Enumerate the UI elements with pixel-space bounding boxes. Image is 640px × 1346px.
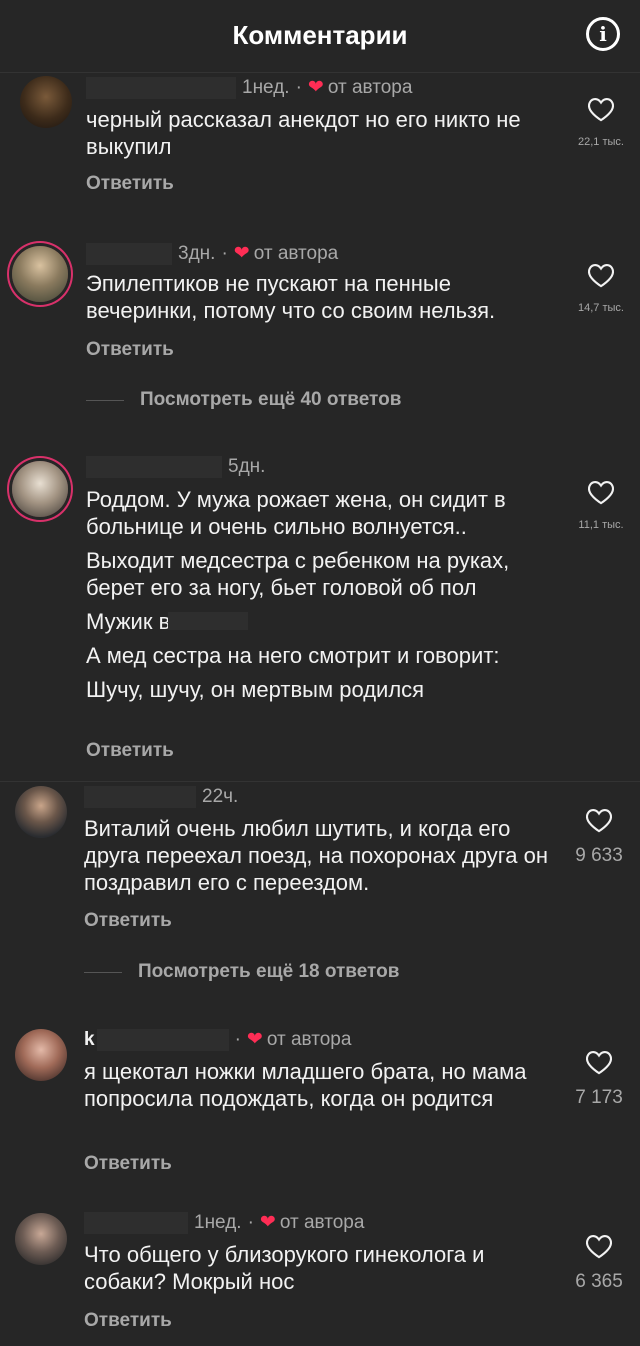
comment-text: черный рассказал анекдот но его никто не… xyxy=(86,106,556,167)
username-redacted[interactable] xyxy=(96,1028,229,1051)
comment-line: Эпилептиков не пускают на пенные вечерин… xyxy=(86,271,496,323)
heart-outline-icon[interactable] xyxy=(587,96,615,122)
like-button[interactable]: 9 633 xyxy=(564,807,634,867)
like-button[interactable]: 11,1 тыс. xyxy=(566,479,636,531)
like-button[interactable]: 22,1 тыс. xyxy=(566,96,636,148)
author-heart-icon: ❤ xyxy=(307,77,324,98)
reply-button[interactable]: Ответить xyxy=(86,740,174,762)
comment-line: я щекотал ножки младшего брата, но мама … xyxy=(84,1059,527,1111)
username-redacted[interactable] xyxy=(84,1211,188,1234)
comment-meta: 3дн. · ❤ от автора xyxy=(86,242,338,265)
author-heart-icon: ❤ xyxy=(259,1212,276,1233)
author-badge: от автора xyxy=(253,242,339,264)
view-more-replies[interactable]: Посмотреть ещё 18 ответов xyxy=(84,961,399,983)
comment-time: 22ч. xyxy=(202,786,239,807)
section-divider xyxy=(0,781,640,782)
replies-divider-line xyxy=(84,971,122,973)
heart-outline-icon[interactable] xyxy=(585,1049,613,1075)
comment-time: 1нед. xyxy=(242,76,290,98)
comment-text: Эпилептиков не пускают на пенные вечерин… xyxy=(86,270,566,331)
author-badge: от автора xyxy=(279,1211,365,1233)
like-count: 9 633 xyxy=(575,845,623,866)
comment-line: Выходит медсестра с ребенком на руках, б… xyxy=(86,548,510,600)
view-more-replies[interactable]: Посмотреть ещё 40 ответов xyxy=(86,389,401,411)
text-redacted xyxy=(168,612,248,630)
reply-button[interactable]: Ответить xyxy=(84,1310,172,1332)
username-redacted[interactable] xyxy=(86,456,222,478)
like-count: 6 365 xyxy=(575,1271,623,1292)
author-heart-icon: ❤ xyxy=(246,1029,263,1050)
comment-meta: 22ч. xyxy=(84,786,238,808)
avatar[interactable] xyxy=(15,1213,67,1265)
username-redacted[interactable] xyxy=(86,76,236,99)
info-icon[interactable]: i xyxy=(586,17,620,51)
view-more-label[interactable]: Посмотреть ещё 40 ответов xyxy=(140,389,401,411)
comment-line: Мужик в xyxy=(86,608,562,635)
comment-line: Что общего у близорукого гинеколога и со… xyxy=(84,1242,485,1294)
like-count: 14,7 тыс. xyxy=(578,302,624,314)
comment-meta: 1нед. · ❤ от автора xyxy=(84,1211,364,1234)
comment-line: черный рассказал анекдот но его никто не… xyxy=(86,107,521,159)
header-bar: Комментарии i xyxy=(0,0,640,73)
comment-time: 5дн. xyxy=(228,456,266,477)
comment-text: Что общего у близорукого гинеколога и со… xyxy=(84,1241,554,1302)
author-badge: от автора xyxy=(327,76,413,98)
like-count: 7 173 xyxy=(575,1087,623,1108)
reply-button[interactable]: Ответить xyxy=(86,173,174,195)
reply-button[interactable]: Ответить xyxy=(86,339,174,361)
view-more-label[interactable]: Посмотреть ещё 18 ответов xyxy=(138,961,399,983)
heart-outline-icon[interactable] xyxy=(587,262,615,288)
heart-outline-icon[interactable] xyxy=(585,1233,613,1259)
comment-line: Шучу, шучу, он мертвым родился xyxy=(86,677,425,702)
heart-outline-icon[interactable] xyxy=(587,479,615,505)
author-badge: от автора xyxy=(266,1028,352,1050)
page-title: Комментарии xyxy=(232,20,408,50)
author-heart-icon: ❤ xyxy=(233,243,250,264)
like-button[interactable]: 14,7 тыс. xyxy=(566,262,636,314)
like-button[interactable]: 7 173 xyxy=(564,1049,634,1109)
reply-button[interactable]: Ответить xyxy=(84,1153,172,1175)
comment-meta: k · ❤ от автора xyxy=(84,1028,352,1051)
comment-line: А мед сестра на него смотрит и говорит: xyxy=(86,643,500,668)
username-redacted[interactable] xyxy=(84,786,196,808)
comment-meta: 5дн. xyxy=(86,456,265,478)
comment-line: Виталий очень любил шутить, и когда его … xyxy=(84,816,549,895)
avatar[interactable] xyxy=(12,461,68,517)
username-partial[interactable]: k xyxy=(84,1029,95,1051)
avatar[interactable] xyxy=(12,246,68,302)
heart-outline-icon[interactable] xyxy=(585,807,613,833)
like-count: 11,1 тыс. xyxy=(578,519,624,531)
like-button[interactable]: 6 365 xyxy=(564,1233,634,1293)
username-redacted[interactable] xyxy=(86,242,172,265)
avatar[interactable] xyxy=(15,1029,67,1081)
comment-text: я щекотал ножки младшего брата, но мама … xyxy=(84,1058,544,1119)
comment-text: Виталий очень любил шутить, и когда его … xyxy=(84,815,554,903)
replies-divider-line xyxy=(86,399,124,401)
comment-meta: 1нед. · ❤ от автора xyxy=(86,76,412,99)
comment-time: 1нед. xyxy=(194,1211,242,1233)
reply-button[interactable]: Ответить xyxy=(84,910,172,932)
avatar[interactable] xyxy=(15,786,67,838)
comment-time: 3дн. xyxy=(178,242,216,264)
like-count: 22,1 тыс. xyxy=(578,136,624,148)
avatar[interactable] xyxy=(20,76,72,128)
comment-text: Роддом. У мужа рожает жена, он сидит в б… xyxy=(86,486,562,710)
comment-line: Роддом. У мужа рожает жена, он сидит в б… xyxy=(86,487,506,539)
